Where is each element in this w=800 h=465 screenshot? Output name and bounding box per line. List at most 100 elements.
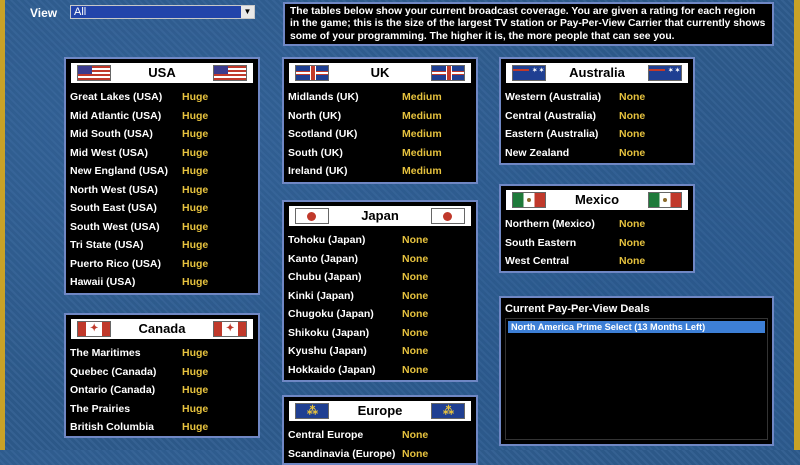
australia-flag-icon	[648, 65, 682, 81]
region-row: North West (USA) Huge	[70, 182, 254, 201]
region-name: Scotland (UK)	[288, 128, 358, 140]
view-dropdown[interactable]: All ▼	[70, 5, 255, 19]
coverage-rating: None	[402, 234, 429, 246]
coverage-rating: None	[402, 308, 429, 320]
region-row: Kyushu (Japan) None	[288, 343, 472, 362]
coverage-rating: Huge	[182, 128, 209, 140]
coverage-rating: Huge	[182, 347, 209, 359]
eu-flag-icon	[431, 403, 465, 419]
region-row: Tohoku (Japan) None	[288, 232, 472, 251]
region-name: Eastern (Australia)	[505, 128, 599, 140]
panel-mexico: Mexico Northern (Mexico) None South Easter…	[499, 184, 695, 273]
region-name: Scandinavia (Europe)	[288, 447, 396, 460]
region-name: Western (Australia)	[505, 91, 602, 103]
region-name: The Prairies	[70, 402, 131, 415]
region-name: Chubu (Japan)	[288, 271, 362, 283]
region-row: West Central None	[505, 253, 689, 272]
window-left-edge	[0, 0, 5, 450]
region-row: Chubu (Japan) None	[288, 269, 472, 288]
region-row: Hokkaido (Japan) None	[288, 362, 472, 381]
coverage-rating: Huge	[182, 365, 209, 378]
mexico-flag-icon	[648, 192, 682, 208]
region-row: British Columbia Huge	[70, 419, 254, 438]
region-row: Shikoku (Japan) None	[288, 325, 472, 344]
panel-header: Mexico	[505, 189, 689, 211]
region-name: British Columbia	[70, 421, 155, 433]
panel-header: Australia	[505, 62, 689, 84]
region-row: South Eastern None	[505, 235, 689, 254]
region-row: Northern (Mexico) None	[505, 216, 689, 235]
panel-europe: Europe Central Europe None Scandinavia (Eu…	[282, 395, 478, 465]
ppv-deal-list[interactable]: North America Prime Select (13 Months Le…	[505, 318, 768, 440]
coverage-rating: Huge	[182, 109, 209, 122]
coverage-rating: None	[619, 146, 646, 159]
region-name: Ireland (UK)	[288, 165, 348, 177]
uk-flag-icon	[431, 65, 465, 81]
coverage-rating: Huge	[182, 402, 209, 415]
coverage-rating: None	[402, 429, 429, 441]
region-row: Ontario (Canada) Huge	[70, 382, 254, 401]
region-row: Mid South (USA) Huge	[70, 126, 254, 145]
region-row: Central (Australia) None	[505, 108, 689, 127]
coverage-rating: None	[402, 289, 429, 302]
region-name: South East (USA)	[70, 202, 157, 214]
region-name: Central Europe	[288, 429, 364, 441]
coverage-rating: None	[619, 128, 646, 140]
region-name: Midlands (UK)	[288, 91, 359, 103]
region-name: South (UK)	[288, 146, 343, 159]
panel-australia: Australia Western (Australia)NoneCentral…	[499, 57, 695, 165]
coverage-rating: Medium	[402, 165, 442, 177]
region-row: South East (USA) Huge	[70, 200, 254, 219]
region-name: Quebec (Canada)	[70, 365, 157, 378]
coverage-rating: Huge	[182, 183, 209, 196]
coverage-rating: Huge	[182, 276, 209, 288]
ppv-title: Current Pay-Per-View Deals	[505, 303, 650, 315]
region-row: The Prairies Huge	[70, 401, 254, 420]
view-label: View	[30, 6, 58, 20]
panel-header: Canada	[70, 318, 254, 340]
panel-uk: UK Midlands (UK) Medium North (UK) Medium Sc…	[282, 57, 478, 184]
region-name: New England (USA)	[70, 165, 169, 177]
region-row: Mid Atlantic (USA) Huge	[70, 108, 254, 127]
region-row: Kinki (Japan) None	[288, 288, 472, 307]
panel-header: Europe	[288, 400, 472, 422]
region-name: Chugoku (Japan)	[288, 308, 374, 320]
region-row: North (UK) Medium	[288, 108, 472, 127]
coverage-rating: Huge	[182, 239, 209, 251]
region-name: Hokkaido (Japan)	[288, 363, 376, 376]
coverage-rating: None	[619, 109, 646, 122]
region-name: Great Lakes (USA)	[70, 91, 163, 103]
coverage-rating: Huge	[182, 421, 209, 433]
chevron-down-icon[interactable]: ▼	[241, 6, 254, 18]
coverage-info-text: The tables below show your current broad…	[283, 2, 774, 46]
region-row: Midlands (UK) Medium	[288, 89, 472, 108]
region-name: North West (USA)	[70, 183, 158, 196]
region-name: Mid Atlantic (USA)	[70, 109, 162, 122]
view-selected-value: All	[74, 6, 87, 18]
region-row: Puerto Rico (USA) Huge	[70, 256, 254, 275]
coverage-rating: Huge	[182, 146, 209, 159]
coverage-rating: Huge	[182, 202, 209, 214]
region-row: New England (USA) Huge	[70, 163, 254, 182]
region-row: Hawaii (USA) Huge	[70, 274, 254, 293]
coverage-rating: Medium	[402, 146, 442, 159]
region-name: Tohoku (Japan)	[288, 234, 366, 246]
panel-header: USA	[70, 62, 254, 84]
coverage-rating: Huge	[182, 384, 209, 396]
region-name: West Central	[505, 255, 569, 267]
region-row: Central Europe None	[288, 427, 472, 446]
japan-flag-icon	[431, 208, 465, 224]
region-name: Mid South (USA)	[70, 128, 153, 140]
region-row: Scandinavia (Europe) None	[288, 446, 472, 465]
region-row: South West (USA) Huge	[70, 219, 254, 238]
panel-pay-per-view: Current Pay-Per-View Deals North America…	[499, 296, 774, 446]
region-name: North (UK)	[288, 109, 342, 122]
region-row: South (UK) Medium	[288, 145, 472, 164]
region-row: Tri State (USA) Huge	[70, 237, 254, 256]
region-name: Kinki (Japan)	[288, 289, 354, 302]
coverage-rating: Huge	[182, 165, 209, 177]
region-row: Mid West (USA) Huge	[70, 145, 254, 164]
region-row: Scotland (UK) Medium	[288, 126, 472, 145]
ppv-deal-item[interactable]: North America Prime Select (13 Months Le…	[508, 321, 765, 333]
panel-usa: USA Great Lakes (USA) Huge Mid Atlantic (U…	[64, 57, 260, 295]
